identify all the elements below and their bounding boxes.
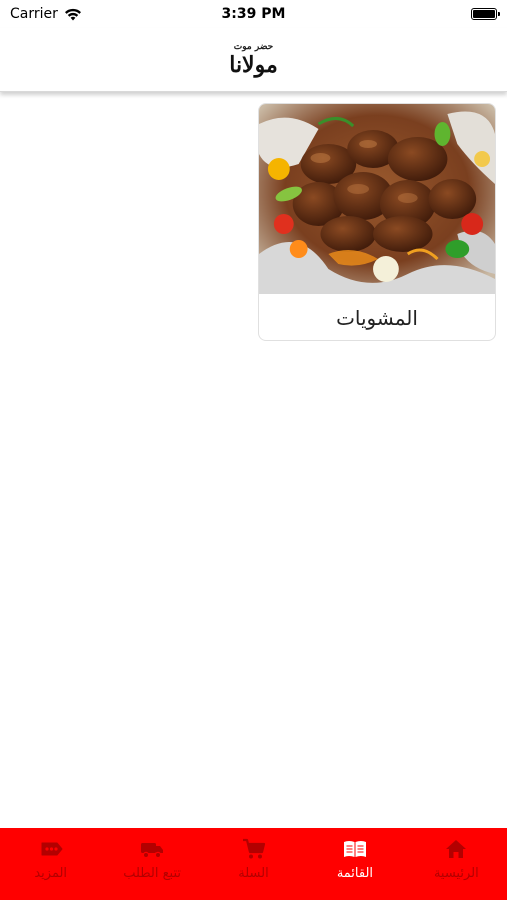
wifi-icon [64, 8, 81, 20]
category-grid: المشويات [258, 103, 496, 341]
logo-top-text: حضر موت [233, 42, 274, 52]
tab-home[interactable]: الرئيسية [406, 828, 507, 900]
status-bar: Carrier 3:39 PM [0, 0, 507, 28]
tab-more[interactable]: المزيد [0, 828, 101, 900]
battery-icon [471, 8, 500, 20]
tab-menu[interactable]: القائمة [304, 828, 405, 900]
tab-order-tracking-label: تتبع الطلب [123, 866, 182, 881]
grilled-meat-photo [259, 104, 495, 294]
tab-cart[interactable]: السلة [203, 828, 304, 900]
truck-icon [141, 843, 164, 859]
cart-icon [242, 838, 265, 859]
app-logo[interactable]: حضر موت مولانا [229, 42, 278, 78]
category-title: المشويات [336, 306, 418, 330]
more-icon [41, 842, 63, 856]
category-card[interactable]: المشويات [258, 103, 496, 341]
home-icon [446, 840, 467, 858]
bottom-tab-bar: المزيد تتبع الطلب السلة القائمة الرئيسية [0, 828, 507, 900]
carrier-label: Carrier [10, 6, 58, 22]
tab-menu-label: القائمة [336, 866, 374, 881]
menu-book-icon [343, 841, 366, 857]
tab-home-label: الرئيسية [433, 866, 479, 881]
app-header: حضر موت مولانا [0, 28, 507, 92]
tab-order-tracking[interactable]: تتبع الطلب [101, 828, 202, 900]
tab-cart-label: السلة [238, 866, 269, 881]
tab-more-label: المزيد [34, 866, 68, 881]
status-left: Carrier [10, 6, 82, 22]
logo-main-text: مولانا [229, 52, 278, 78]
